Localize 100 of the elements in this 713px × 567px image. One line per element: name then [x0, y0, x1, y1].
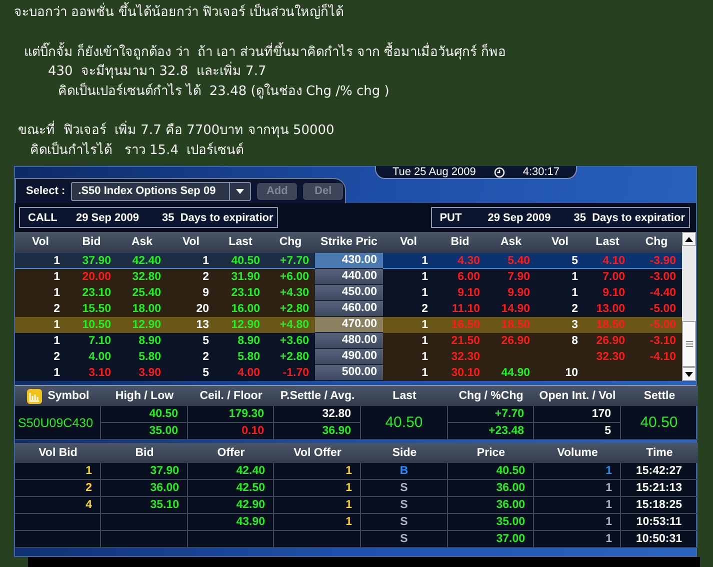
table-cell: 10:53:11: [621, 514, 698, 531]
row-highlight[interactable]: [383, 333, 682, 349]
expiry-date: 29 Sep 2009: [488, 212, 552, 224]
table-cell: 42.50: [188, 480, 274, 497]
column-header[interactable]: Vol: [15, 232, 66, 253]
table-cell-text: 10.50: [81, 318, 112, 333]
selected-row[interactable]: [15, 253, 315, 269]
option-side: PUT: [438, 212, 463, 224]
clock-icon: [494, 166, 505, 178]
table-cell-text: 32.80: [131, 270, 162, 285]
table-cell: 36.00: [448, 497, 534, 514]
table-cell-text: 32.30: [595, 350, 626, 365]
table-cell-text: 20.00: [81, 270, 112, 285]
table-cell-text: 2: [420, 302, 429, 317]
table-cell-text: 7.90: [506, 270, 531, 285]
table-cell-text: +3.60: [278, 334, 310, 349]
table-cell-text: 8.90: [236, 334, 261, 349]
table-cell: 15:42:27: [621, 463, 698, 480]
scroll-down-icon[interactable]: [685, 372, 693, 376]
column-header[interactable]: Chg: [631, 232, 682, 253]
grip-icon: [686, 341, 692, 347]
table-cell: 36.00: [448, 480, 534, 497]
table-cell: 40.50: [448, 463, 534, 480]
column-header[interactable]: Ask: [486, 232, 536, 253]
table-cell-text: 21.50: [450, 334, 481, 349]
options-dropdown[interactable]: .S50 Index Options Sep 09: [71, 182, 252, 200]
table-cell-text: 3.90: [138, 366, 162, 381]
table-cell-text: 2: [202, 350, 210, 365]
table-cell-text: 16.00: [230, 302, 261, 317]
column-header[interactable]: Strike Pric: [315, 232, 383, 253]
table-cell-text: 13: [195, 318, 210, 333]
table-cell: S: [361, 480, 448, 497]
table-cell-text: 23.10: [81, 286, 112, 301]
table-cell-text: 9.90: [506, 286, 531, 301]
table-cell-text: +6.00: [278, 270, 310, 285]
table-cell-text: 32.30: [450, 350, 481, 365]
row-highlight[interactable]: [15, 301, 315, 317]
table-cell-text: 14.90: [500, 302, 531, 317]
table-cell-text: 9.10: [456, 286, 481, 301]
column-header: Settle: [644, 390, 676, 402]
table-cell-text: 5: [570, 254, 579, 269]
table-cell: 1: [274, 497, 361, 514]
column-header[interactable]: Last: [215, 232, 266, 253]
column-header[interactable]: Vol: [536, 232, 584, 253]
scroll-up-icon[interactable]: [685, 236, 693, 242]
column-header[interactable]: Vol: [383, 232, 434, 253]
quote-value: 5: [534, 422, 620, 439]
table-cell-text: 1: [420, 350, 429, 365]
table-cell: S: [361, 497, 448, 514]
table-cell-text: 2: [52, 302, 61, 317]
table-cell-text: +2.80: [278, 350, 310, 365]
table-cell: 1: [534, 531, 621, 548]
quote-value: 170: [590, 407, 612, 422]
column-header[interactable]: Ask: [117, 232, 167, 253]
column-header: Side: [361, 443, 448, 463]
table-cell-text: -3.10: [648, 334, 677, 349]
table-cell-text: -1.70: [282, 366, 310, 381]
column-header[interactable]: Last: [584, 232, 631, 253]
table-cell: 1: [274, 463, 361, 480]
table-cell-text: 10: [564, 366, 579, 381]
strike-price: 440.00: [315, 269, 383, 285]
row-highlight[interactable]: [15, 269, 315, 285]
table-cell-text: 2: [52, 350, 61, 365]
table-cell-text: 1: [570, 286, 579, 301]
row-highlight[interactable]: [15, 317, 315, 333]
note-text: คิดเป็นเปอร์เซนต์กำไร ได้ 23.48 (ดูในช่อง Chg /% chg ): [57, 82, 390, 100]
table-cell: 36.00: [101, 480, 188, 497]
table-cell-text: 26.90: [595, 334, 626, 349]
table-cell-text: 20: [195, 302, 210, 317]
table-cell-text: 13.00: [595, 302, 626, 317]
table-cell-text: 5.40: [506, 254, 531, 269]
days-to-expiration: 35 Days to expiratior: [162, 212, 274, 224]
row-highlight[interactable]: [383, 365, 682, 381]
table-cell-text: +4.30: [278, 286, 310, 301]
table-cell-text: +7.70: [278, 254, 310, 269]
strike-price: 500.00: [315, 365, 383, 381]
table-cell-text: 1: [52, 254, 61, 269]
column-header[interactable]: Vol: [167, 232, 215, 253]
table-cell: 1: [274, 514, 361, 531]
table-cell: 35.00: [448, 514, 534, 531]
column-header: Symbol: [48, 390, 90, 402]
table-cell-text: 5.80: [236, 350, 261, 365]
column-header[interactable]: Bid: [66, 232, 117, 253]
quote-value: 36.90: [274, 422, 360, 439]
table-cell-text: +4.80: [278, 318, 310, 333]
table-cell-text: 16.50: [450, 318, 481, 333]
scrollbar[interactable]: [682, 232, 696, 381]
quote-value: 0.10: [188, 422, 273, 439]
note-text: ขณะที่ ฟิวเจอร์ เพิ่ม 7.7 คือ 7700บาท จากทุน 50000: [0, 121, 334, 140]
table-cell-text: 1: [52, 318, 61, 333]
table-cell: S: [361, 514, 448, 531]
table-cell-text: 12.90: [131, 318, 162, 333]
column-header[interactable]: Chg: [266, 232, 315, 253]
quote-value: 179.30: [228, 407, 265, 422]
table-cell: 37.90: [101, 463, 188, 480]
table-cell-text: 1: [52, 366, 61, 381]
table-cell-text: 4.00: [88, 350, 112, 365]
table-cell-text: 1: [420, 366, 429, 381]
strike-price: 450.00: [315, 285, 383, 301]
column-header[interactable]: Bid: [434, 232, 486, 253]
